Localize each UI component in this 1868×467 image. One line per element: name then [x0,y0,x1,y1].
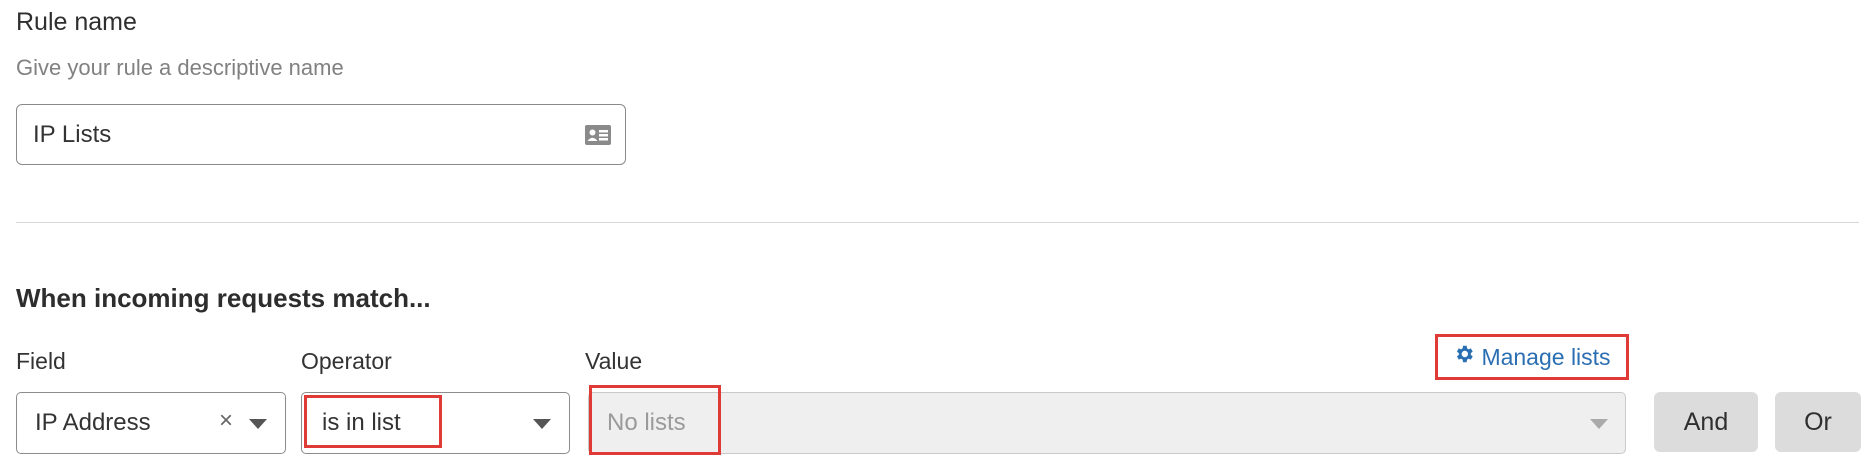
operator-label: Operator [301,348,392,374]
rule-name-subtitle: Give your rule a descriptive name [16,55,344,80]
operator-highlight-box [304,395,442,448]
field-label: Field [16,348,66,374]
field-select[interactable]: IP Address × [16,392,286,454]
clear-icon[interactable]: × [219,407,233,435]
rule-name-value[interactable]: IP Lists [33,121,111,149]
manage-lists-label[interactable]: Manage lists [1481,344,1610,371]
rule-name-input[interactable]: IP Lists [16,104,626,165]
section-divider [16,222,1859,223]
gear-icon [1453,343,1475,371]
value-label: Value [585,348,643,374]
or-button[interactable]: Or [1775,392,1861,452]
rule-name-title: Rule name [16,8,137,36]
manage-lists-link[interactable]: Manage lists [1435,334,1629,380]
chevron-down-icon[interactable] [533,419,551,429]
and-button[interactable]: And [1654,392,1758,452]
field-select-value: IP Address [35,409,151,436]
id-card-icon [584,124,612,151]
value-select[interactable]: No lists [588,392,1626,454]
chevron-down-icon[interactable] [249,419,267,429]
value-highlight-box [589,385,721,455]
match-heading: When incoming requests match... [16,283,431,313]
chevron-down-icon[interactable] [1590,419,1608,429]
